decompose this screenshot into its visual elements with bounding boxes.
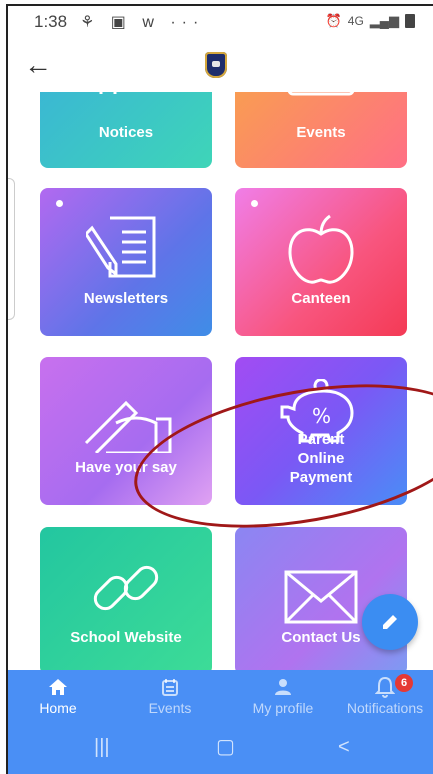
back-arrow-icon[interactable]: ←	[24, 48, 58, 82]
nav-home[interactable]: Home	[8, 676, 108, 716]
tile-events[interactable]: Events	[235, 92, 407, 168]
document-pencil-icon	[86, 216, 156, 278]
home-circle-icon[interactable]: ▢	[216, 734, 235, 759]
tile-label: School Website	[70, 629, 182, 646]
home-icon	[8, 676, 108, 698]
apple-icon	[288, 214, 354, 284]
nav-events[interactable]: Events	[120, 676, 220, 716]
recent-apps-icon[interactable]: |||	[94, 736, 110, 759]
unread-dot	[56, 200, 63, 207]
status-bar: 1:38 ⚘ ▣ w ··· ⏰ 4G ▂▄▆	[8, 6, 433, 38]
calendar-icon	[287, 92, 355, 96]
tile-label: Events	[296, 124, 346, 141]
app-bar: ←	[8, 40, 433, 92]
nav-notifications-label: Notifications	[346, 700, 424, 716]
pencil-icon	[383, 615, 397, 629]
phone-screen: 1:38 ⚘ ▣ w ··· ⏰ 4G ▂▄▆ ← Notices Events…	[6, 4, 433, 774]
envelope-icon	[284, 570, 358, 624]
tile-school-website[interactable]: School Website	[40, 527, 212, 670]
school-logo	[205, 52, 227, 78]
tile-canteen[interactable]: Canteen	[235, 188, 407, 336]
tile-label: Newsletters	[83, 290, 169, 307]
nav-my-profile[interactable]: My profile	[233, 676, 333, 716]
alarm-icon: ⏰	[325, 13, 342, 28]
bell-icon: 6	[335, 674, 433, 698]
notification-count-badge: 6	[395, 674, 413, 692]
svg-text:%: %	[312, 404, 331, 428]
hand-writing-icon	[84, 400, 172, 453]
link-icon	[93, 565, 159, 611]
tile-notices[interactable]: Notices	[40, 92, 212, 168]
compose-fab-button[interactable]	[362, 594, 418, 650]
tile-label: Canteen	[291, 290, 351, 307]
bottom-navigation: Home Events My profile 6 Notifications	[8, 670, 433, 726]
tile-parent-online-payment[interactable]: % Parent Online Payment	[235, 357, 407, 505]
nav-notifications[interactable]: 6 Notifications	[335, 674, 433, 716]
tile-label: Notices	[98, 124, 154, 141]
back-chevron-icon[interactable]: <	[338, 736, 350, 759]
calendar-icon	[120, 676, 220, 698]
signal-icon: ▂▄▆	[369, 13, 399, 28]
tile-have-your-say[interactable]: Have your say	[40, 357, 212, 505]
nav-events-label: Events	[148, 700, 192, 716]
tile-label: Have your say	[75, 459, 177, 476]
status-notification-icons: ⚘ ▣ w ···	[80, 14, 205, 31]
network-type: 4G	[347, 14, 364, 28]
unread-dot	[251, 200, 258, 207]
nav-home-label: Home	[39, 700, 77, 716]
person-icon	[233, 676, 333, 698]
system-navigation-bar: ||| ▢ <	[8, 726, 433, 774]
battery-icon	[405, 14, 415, 28]
nav-my-profile-label: My profile	[252, 700, 314, 716]
tile-grid: Notices Events Newsletters Canteen Have …	[8, 92, 433, 670]
status-indicators: ⏰ 4G ▂▄▆	[326, 13, 415, 29]
tile-newsletters[interactable]: Newsletters	[40, 188, 212, 336]
tile-label: Parent Online Payment	[289, 431, 353, 486]
pin-icon	[99, 92, 117, 94]
status-time: 1:38	[34, 12, 68, 31]
